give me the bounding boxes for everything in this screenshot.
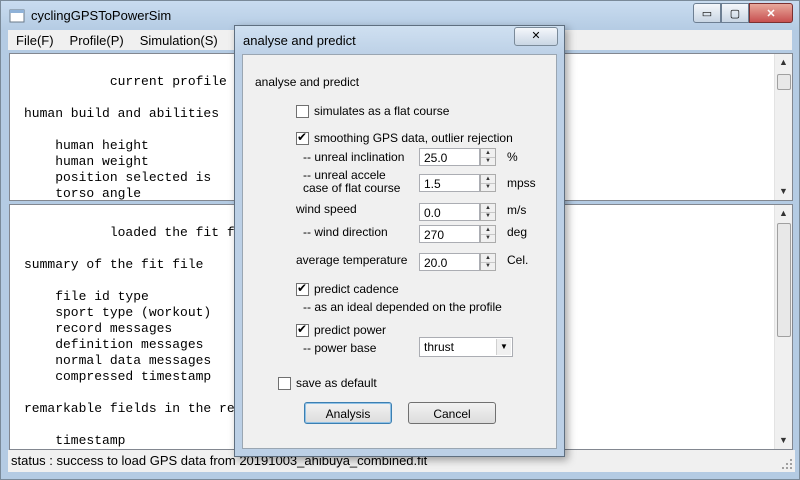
minimize-button[interactable]: ▭ bbox=[693, 3, 721, 23]
spin-down-icon[interactable]: ▼ bbox=[481, 234, 495, 242]
avg-temp-label: average temperature bbox=[296, 253, 408, 267]
save-default-checkbox[interactable] bbox=[278, 377, 291, 390]
group-label: analyse and predict bbox=[255, 75, 360, 89]
close-button[interactable]: ✕ bbox=[749, 3, 793, 23]
dialog-body: analyse and predict simulates as a flat … bbox=[242, 54, 557, 449]
scroll-up-icon[interactable]: ▲ bbox=[775, 205, 792, 222]
avg-temp-spinner[interactable]: ▲ ▼ bbox=[480, 253, 496, 271]
minimize-icon: ▭ bbox=[701, 7, 713, 20]
fit-scrollbar[interactable]: ▲ ▼ bbox=[774, 205, 792, 449]
scroll-up-icon[interactable]: ▲ bbox=[775, 54, 792, 71]
menu-profile[interactable]: Profile(P) bbox=[62, 33, 132, 48]
dialog-close-button[interactable]: ✕ bbox=[514, 27, 558, 46]
resize-grip-icon[interactable] bbox=[781, 458, 793, 470]
spin-down-icon[interactable]: ▼ bbox=[481, 212, 495, 220]
scroll-thumb[interactable] bbox=[777, 223, 791, 337]
scroll-thumb[interactable] bbox=[777, 74, 791, 90]
maximize-icon: ▢ bbox=[729, 7, 741, 20]
analyse-predict-dialog: analyse and predict ✕ analyse and predic… bbox=[234, 25, 565, 457]
predict-cadence-label: predict cadence bbox=[314, 282, 399, 296]
unreal-accele-label-line2: case of flat course bbox=[303, 181, 401, 195]
flat-course-label: simulates as a flat course bbox=[314, 104, 450, 118]
predict-cadence-checkbox[interactable]: ✔ bbox=[296, 281, 309, 296]
wind-speed-unit: m/s bbox=[507, 203, 527, 217]
unreal-accele-label: -- unreal accele bbox=[303, 168, 386, 182]
smoothing-checkbox[interactable]: ✔ bbox=[296, 130, 309, 145]
menu-simulation[interactable]: Simulation(S) bbox=[132, 33, 226, 48]
unreal-inclination-unit: % bbox=[507, 150, 518, 164]
unreal-accele-unit: mpss bbox=[507, 176, 536, 190]
smoothing-label: smoothing GPS data, outlier rejection bbox=[314, 131, 513, 145]
predict-power-checkbox[interactable]: ✔ bbox=[296, 322, 309, 337]
menu-file[interactable]: File(F) bbox=[8, 33, 62, 48]
window-title: cyclingGPSToPowerSim bbox=[31, 8, 172, 23]
chevron-down-icon[interactable]: ▼ bbox=[496, 339, 511, 355]
power-base-select[interactable]: thrust ▼ bbox=[419, 337, 513, 357]
unreal-accele-spinner[interactable]: ▲ ▼ bbox=[480, 174, 496, 192]
cancel-button[interactable]: Cancel bbox=[408, 402, 496, 424]
wind-speed-spinner[interactable]: ▲ ▼ bbox=[480, 203, 496, 221]
maximize-button[interactable]: ▢ bbox=[721, 3, 749, 23]
analysis-button[interactable]: Analysis bbox=[304, 402, 392, 424]
save-default-label: save as default bbox=[296, 376, 377, 390]
flat-course-checkbox[interactable] bbox=[296, 105, 309, 118]
wind-speed-input[interactable]: 0.0 bbox=[419, 203, 480, 221]
scroll-down-icon[interactable]: ▼ bbox=[775, 432, 792, 449]
close-icon: ✕ bbox=[766, 7, 776, 20]
dialog-title: analyse and predict bbox=[243, 33, 356, 48]
spin-down-icon[interactable]: ▼ bbox=[481, 262, 495, 270]
unreal-inclination-label: -- unreal inclination bbox=[303, 150, 405, 164]
avg-temp-unit: Cel. bbox=[507, 253, 529, 267]
profile-scrollbar[interactable]: ▲ ▼ bbox=[774, 54, 792, 200]
unreal-accele-input[interactable]: 1.5 bbox=[419, 174, 480, 192]
wind-direction-unit: deg bbox=[507, 225, 528, 239]
wind-speed-label: wind speed bbox=[296, 202, 357, 216]
spin-down-icon[interactable]: ▼ bbox=[481, 183, 495, 191]
wind-direction-input[interactable]: 270 bbox=[419, 225, 480, 243]
app-icon bbox=[9, 9, 25, 23]
spin-down-icon[interactable]: ▼ bbox=[481, 157, 495, 165]
wind-direction-label: -- wind direction bbox=[303, 225, 388, 239]
power-base-label: -- power base bbox=[303, 341, 377, 355]
close-icon: ✕ bbox=[531, 30, 541, 42]
power-base-value: thrust bbox=[424, 340, 455, 354]
predict-cadence-note: -- as an ideal depended on the profile bbox=[303, 300, 502, 314]
avg-temp-input[interactable]: 20.0 bbox=[419, 253, 480, 271]
scroll-down-icon[interactable]: ▼ bbox=[775, 183, 792, 200]
wind-direction-spinner[interactable]: ▲ ▼ bbox=[480, 225, 496, 243]
unreal-inclination-spinner[interactable]: ▲ ▼ bbox=[480, 148, 496, 166]
predict-power-label: predict power bbox=[314, 323, 387, 337]
unreal-inclination-input[interactable]: 25.0 bbox=[419, 148, 480, 166]
